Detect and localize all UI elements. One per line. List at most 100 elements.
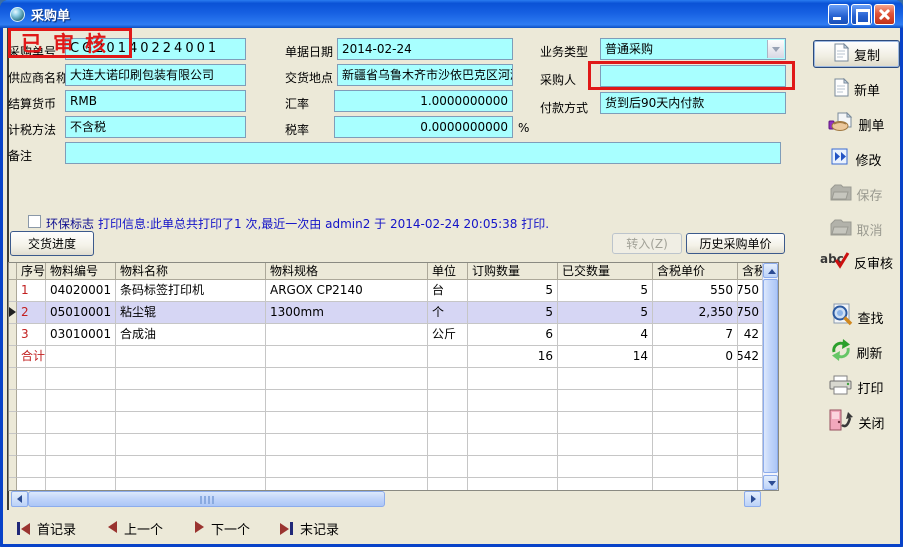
cell-code[interactable] [46,368,116,390]
cell-name[interactable] [116,434,266,456]
cell-no[interactable] [17,390,46,412]
cell-qty[interactable] [468,412,558,434]
table-row[interactable]: 205010001粘尘辊1300mm个552,35011,750 [9,302,764,324]
column-header[interactable]: 含税单价 [653,263,738,280]
save-folder-button[interactable]: 保存 [813,180,900,208]
cell-delivered[interactable]: 5 [558,280,653,302]
printer-button[interactable]: 打印 [813,373,900,401]
row-selector-cell[interactable] [9,412,17,434]
biz-type-combo[interactable]: 普通采购 [600,38,786,60]
delivery-progress-button[interactable]: 交货进度 [10,231,94,256]
maximize-button[interactable] [851,4,872,25]
door-close-button[interactable]: 关闭 [813,408,900,436]
row-selector-cell[interactable] [9,434,17,456]
document-new-button[interactable]: 新单 [813,75,900,103]
transfer-button[interactable]: 转入(Z) [612,233,682,254]
cell-price[interactable]: 0 [653,346,738,368]
cell-price[interactable]: 550 [653,280,738,302]
cell-amount[interactable] [738,368,764,390]
table-total-row[interactable]: 合计1614014,542 [9,346,764,368]
cell-no[interactable]: 1 [17,280,46,302]
cell-amount[interactable] [738,456,764,478]
cell-code[interactable] [46,456,116,478]
cell-name[interactable] [116,456,266,478]
document-copy-button[interactable]: 复制 [813,40,900,68]
nav-next-record[interactable]: 下一个 [195,519,250,538]
column-header[interactable]: 物料规格 [266,263,428,280]
nav-first-record[interactable]: 首记录 [17,519,76,538]
row-selector-cell[interactable] [9,390,17,412]
cell-code[interactable]: 04020001 [46,280,116,302]
column-header[interactable]: 单位 [428,263,468,280]
cell-code[interactable]: 05010001 [46,302,116,324]
hand-delete-button[interactable]: 删单 [813,110,900,138]
cell-spec[interactable] [266,390,428,412]
table-row[interactable]: 104020001条码标签打印机ARGOX CP2140台555502,750 [9,280,764,302]
cell-no[interactable] [17,456,46,478]
cell-delivered[interactable] [558,456,653,478]
cell-unit[interactable] [428,478,468,491]
cancel-folder-button[interactable]: 取消 [813,215,900,243]
cell-unit[interactable] [428,390,468,412]
cell-delivered[interactable] [558,390,653,412]
cell-code[interactable] [46,346,116,368]
cell-delivered[interactable] [558,412,653,434]
cell-amount[interactable] [738,434,764,456]
nav-previous-record[interactable]: 上一个 [108,519,163,538]
cell-name[interactable] [116,346,266,368]
cell-amount[interactable]: 2,750 [738,280,764,302]
cell-spec[interactable] [266,434,428,456]
cell-amount[interactable]: 11,750 [738,302,764,324]
tax-method-field[interactable]: 不含税 [65,116,246,138]
cell-delivered[interactable] [558,478,653,491]
cell-qty[interactable]: 16 [468,346,558,368]
cell-spec[interactable] [266,412,428,434]
cell-no[interactable]: 合计 [17,346,46,368]
cell-code[interactable] [46,390,116,412]
column-header[interactable]: 物料编号 [46,263,116,280]
cell-delivered[interactable]: 4 [558,324,653,346]
remark-field[interactable] [65,142,781,164]
cell-unit[interactable]: 个 [428,302,468,324]
delivery-place-field[interactable]: 新疆省乌鲁木齐市沙依巴克区河滩 [337,64,513,86]
cell-no[interactable]: 3 [17,324,46,346]
column-header[interactable]: 已交数量 [558,263,653,280]
cell-delivered[interactable] [558,368,653,390]
cell-qty[interactable] [468,434,558,456]
row-selector-cell[interactable] [9,280,17,302]
refresh-arrows-button[interactable]: 刷新 [813,338,900,366]
cell-no[interactable] [17,478,46,491]
cell-qty[interactable] [468,478,558,491]
exchange-rate-field[interactable]: 1.0000000000 [334,90,513,112]
cell-name[interactable] [116,368,266,390]
column-header[interactable]: 物料名称 [116,263,266,280]
close-button[interactable] [874,4,895,25]
row-selector-cell[interactable] [9,302,17,324]
cell-delivered[interactable]: 5 [558,302,653,324]
cell-name[interactable]: 粘尘辊 [116,302,266,324]
cell-name[interactable] [116,478,266,491]
scroll-left-icon[interactable] [11,491,28,507]
cell-price[interactable] [653,368,738,390]
table-vertical-scrollbar[interactable] [762,263,778,490]
cell-price[interactable] [653,390,738,412]
scroll-down-icon[interactable] [763,475,778,490]
cell-amount[interactable]: 42 [738,324,764,346]
cell-spec[interactable]: ARGOX CP2140 [266,280,428,302]
horizontal-scroll-thumb[interactable] [28,491,385,507]
row-selector-cell[interactable] [9,346,17,368]
cell-amount[interactable]: 14,542 [738,346,764,368]
tax-rate-field[interactable]: 0.0000000000 [334,116,513,138]
cell-qty[interactable]: 5 [468,302,558,324]
payment-field[interactable]: 货到后90天内付款 [600,92,786,114]
abc-check-button[interactable]: abc反审核 [813,248,900,276]
cell-spec[interactable] [266,324,428,346]
row-selector-cell[interactable] [9,324,17,346]
cell-name[interactable] [116,412,266,434]
cell-name[interactable] [116,390,266,412]
cell-unit[interactable] [428,412,468,434]
cell-price[interactable] [653,412,738,434]
column-header[interactable]: 含税金额 [738,263,764,280]
currency-field[interactable]: RMB [65,90,246,112]
cell-name[interactable]: 合成油 [116,324,266,346]
